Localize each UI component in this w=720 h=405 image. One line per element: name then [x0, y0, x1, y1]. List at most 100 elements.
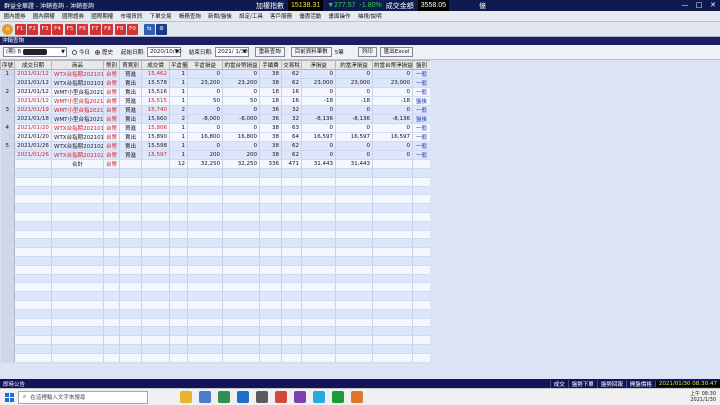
col-header[interactable]: 手續費: [259, 60, 282, 70]
table-row[interactable]: 2021/01/20 WTX台指期202101 台幣 賣出 15,890 1 16,800 1…: [0, 132, 431, 142]
requery-button[interactable]: 重新查詢: [254, 47, 285, 57]
col-header[interactable]: 盤別: [412, 60, 431, 70]
table-row[interactable]: 2021/01/26 WTX台指期202102 台幣 買進 15,597 1 200 200 3…: [0, 150, 431, 160]
col-header[interactable]: 幣別: [103, 60, 120, 70]
radio-today[interactable]: 今日: [72, 48, 90, 56]
toolbar-button-f3[interactable]: F3: [39, 23, 51, 35]
account-select[interactable]: (期) 8 ▼: [3, 47, 67, 57]
col-header[interactable]: 成交日期: [14, 60, 52, 70]
col-header[interactable]: 平倉損益: [187, 60, 223, 70]
swap-icon[interactable]: ⇆: [143, 23, 155, 35]
menu-market-info[interactable]: 市場資訊: [117, 12, 146, 20]
toolbar-button-f6[interactable]: F6: [77, 23, 88, 35]
menu-help[interactable]: 袖視/說明: [354, 12, 385, 20]
empty-cell: [14, 300, 52, 310]
menu-order[interactable]: 下單交易: [146, 12, 175, 20]
table-row[interactable]: 2021/01/18WMT小型台指202101台幣賣出15,6602-8,000…: [0, 114, 431, 124]
maximize-button[interactable]: □: [692, 0, 706, 11]
col-header[interactable]: 序號: [0, 60, 15, 70]
menu-domestic-futures[interactable]: 國內期權: [29, 12, 58, 20]
col-header[interactable]: 成交價: [141, 60, 170, 70]
export-excel-button[interactable]: 匯出Excel: [379, 47, 414, 57]
menu-service[interactable]: 客戶服務: [267, 12, 296, 20]
taskbar-search[interactable]: ⌕ 在這裡輸入文字來搜尋: [18, 390, 148, 404]
col-header[interactable]: 約當淨損益: [335, 60, 373, 70]
cell-qty: 1: [169, 96, 188, 106]
trading-app-icon[interactable]: [274, 391, 287, 403]
radio-history[interactable]: 歷史: [95, 48, 113, 56]
close-button[interactable]: ✕: [706, 0, 720, 11]
table-row[interactable]: 1 2021/01/12 WTX台指期202101 台幣 買進 15,462 1 0 0 38 62…: [0, 69, 431, 79]
announcement-label[interactable]: 即時公告: [0, 380, 25, 388]
empty-cell: [281, 177, 302, 187]
app-icon[interactable]: [293, 391, 306, 403]
toolbar-button-f1[interactable]: F1: [14, 23, 26, 35]
home-icon[interactable]: ⌂: [2, 23, 13, 35]
table-row[interactable]: 2021/01/12WMT小型台指202101台幣買進15,5151505018…: [0, 96, 431, 106]
status-item-trade[interactable]: 成交: [549, 379, 568, 388]
print-button[interactable]: 列印: [357, 47, 377, 57]
empty-cell: [281, 353, 302, 363]
col-header[interactable]: 淨損益: [301, 60, 336, 70]
table-row[interactable]: 22021/01/12WMT小型台指202101台幣賣出15,516100181…: [0, 87, 431, 97]
table-row[interactable]: 4 2021/01/20 WTX台指期202101 台幣 買進 15,806 1 0 0 38 63…: [0, 123, 431, 133]
table-row[interactable]: 2021/01/12 WTX台指期202101 台幣 賣出 15,578 1 23,200 2…: [0, 78, 431, 88]
status-item-open-price[interactable]: 開盤價格: [625, 379, 655, 388]
empty-cell: [281, 168, 302, 178]
status-item-report[interactable]: 盤勢回報: [596, 379, 626, 388]
browser-icon[interactable]: [312, 391, 325, 403]
col-header[interactable]: 約當台幣淨損益: [372, 60, 413, 70]
cell-net: 0: [301, 105, 336, 115]
empty-cell: [119, 318, 142, 328]
empty-cell: [222, 177, 260, 187]
start-date-picker[interactable]: 2020/10/30 ▼: [146, 47, 182, 57]
table-row[interactable]: 5 2021/01/26 WTX台指期202102 台幣 賣出 15,598 1 0 0 38 62…: [0, 141, 431, 151]
toolbar-button-f8[interactable]: F8: [102, 23, 113, 35]
cell-cur: 台幣: [103, 123, 120, 133]
file-explorer-icon[interactable]: [179, 391, 192, 403]
menu-promo[interactable]: 優惠活動: [296, 12, 325, 20]
empty-cell: [335, 353, 373, 363]
cell-eqnet: 16,597: [335, 132, 373, 142]
status-item-order[interactable]: 盤勢下單: [567, 379, 597, 388]
cell-date: 2021/01/12: [14, 87, 52, 97]
empty-row: [0, 282, 431, 293]
app2-icon[interactable]: [350, 391, 363, 403]
empty-cell: [372, 256, 413, 266]
col-header[interactable]: 交易稅: [281, 60, 302, 70]
toolbar-button-f9[interactable]: F9: [114, 23, 126, 35]
start-button[interactable]: [0, 389, 18, 405]
menu-settings[interactable]: 設定/工具: [235, 12, 266, 20]
empty-cell: [281, 326, 302, 337]
menu-domestic-securities[interactable]: 國內證券: [0, 12, 29, 20]
cell-seq: 2: [0, 87, 15, 97]
toolbar-button-f0[interactable]: F0: [127, 23, 138, 35]
col-header[interactable]: 約當台幣損益: [222, 60, 260, 70]
table-row[interactable]: 32021/01/19WMT小型台指202101台幣買進15,740200363…: [0, 105, 431, 115]
menu-account[interactable]: 帳務查詢: [175, 12, 204, 20]
gear-icon[interactable]: ⚙: [156, 23, 167, 35]
mail-icon[interactable]: [236, 391, 249, 403]
cell-eqnet: 0: [335, 141, 373, 151]
empty-cell: [14, 194, 52, 205]
end-date-picker[interactable]: 2021/ 1/30 ▼: [214, 47, 249, 57]
col-header[interactable]: 買賣別: [119, 60, 142, 70]
empty-cell: [103, 291, 120, 301]
toolbar-button-f2[interactable]: F2: [27, 23, 38, 35]
chrome-icon[interactable]: [331, 391, 344, 403]
menu-intl-futures[interactable]: 國際期權: [88, 12, 117, 20]
col-header[interactable]: 商品: [51, 60, 104, 70]
menu-view[interactable]: 畫面操作: [325, 12, 354, 20]
col-header[interactable]: 平倉量: [169, 60, 188, 70]
minimize-button[interactable]: —: [678, 0, 692, 11]
toolbar-button-f4[interactable]: F4: [52, 23, 63, 35]
menu-intl-securities[interactable]: 國際證券: [58, 12, 87, 20]
store-icon[interactable]: [255, 391, 268, 403]
toolbar-button-f5[interactable]: F5: [64, 23, 76, 35]
word-icon[interactable]: [198, 391, 211, 403]
tray-clock[interactable]: 上午 08:30 2021/1/30: [690, 391, 716, 403]
cell-product: WMT小型台指202101: [51, 105, 104, 115]
toolbar-button-f7[interactable]: F7: [89, 23, 101, 35]
excel-icon[interactable]: [217, 391, 230, 403]
menu-news[interactable]: 新聞/盤後: [204, 12, 235, 20]
